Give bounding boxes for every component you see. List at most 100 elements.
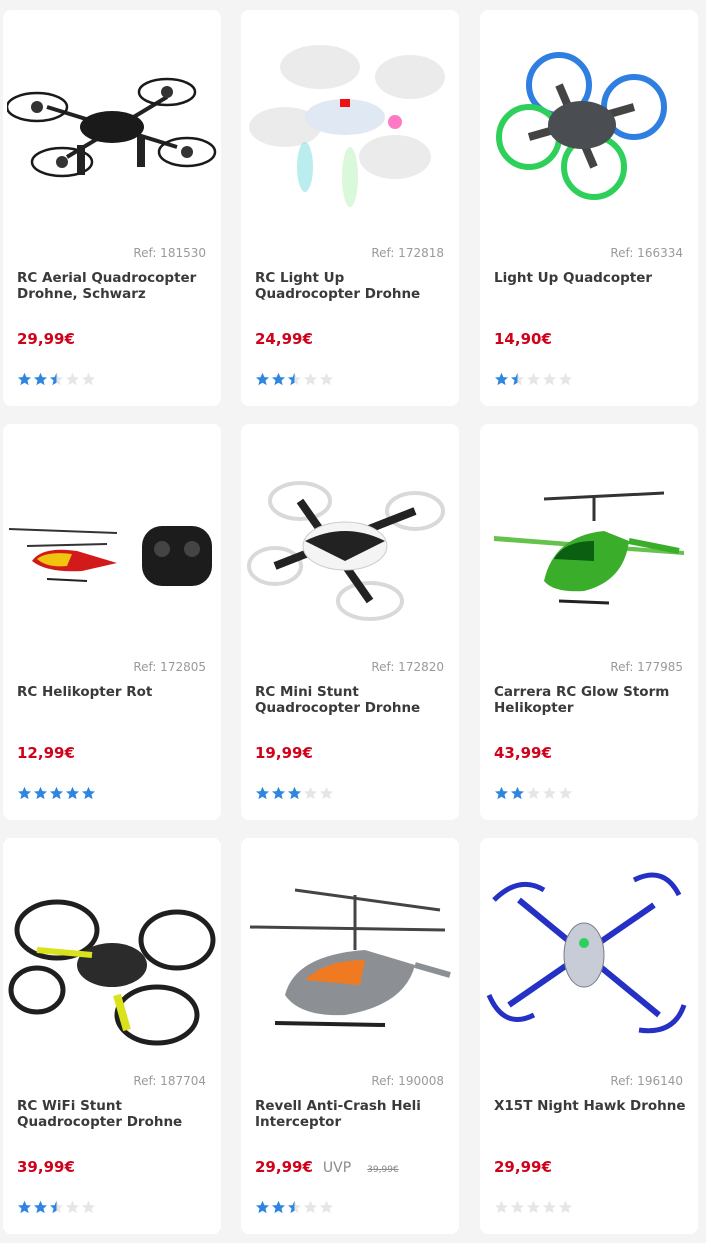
product-card[interactable]: Ref: 177985 Carrera RC Glow Storm Heliko… [480,424,698,820]
star-icon [272,1200,285,1214]
blue-night-hawk-drone-icon [486,872,687,1034]
star-icon [18,786,31,800]
product-image[interactable] [480,844,698,1066]
product-image[interactable] [3,430,221,652]
product-title[interactable]: Revell Anti-Crash Heli Interceptor [255,1098,450,1130]
product-image[interactable] [480,430,698,652]
product-card[interactable]: Ref: 172820 RC Mini Stunt Quadrocopter D… [241,424,459,820]
star-icon [320,786,333,800]
product-card[interactable]: Ref: 190008 Revell Anti-Crash Heli Inter… [241,838,459,1234]
white-black-mini-drone-icon [247,481,445,621]
product-image[interactable] [3,844,221,1066]
product-ref: Ref: 187704 [133,1074,206,1088]
star-icon [256,1200,269,1214]
star-icon [320,1200,333,1214]
star-icon [527,786,540,800]
product-image[interactable] [241,16,459,238]
star-icon [82,786,95,800]
price-line: 12,99€ [17,744,75,762]
product-card[interactable]: Ref: 166334 Light Up Quadcopter 14,90€ [480,10,698,406]
star-icon [495,372,508,386]
star-icon [50,786,63,800]
star-icon [288,372,301,386]
star-icon [559,786,572,800]
product-title[interactable]: RC Light Up Quadrocopter Drohne [255,270,450,302]
product-ref: Ref: 166334 [610,246,683,260]
product-title[interactable]: Light Up Quadcopter [494,270,689,286]
old-price: 39,99€ [367,1165,399,1175]
star-icon [527,1200,540,1214]
grey-orange-helicopter-icon [249,888,451,1027]
product-ref: Ref: 172818 [371,246,444,260]
star-icon [66,786,79,800]
star-icon [559,372,572,386]
product-ref: Ref: 181530 [133,246,206,260]
uvp-label: UVP [322,1160,352,1176]
green-helicopter-icon [494,491,684,605]
product-price: 29,99€ [494,1158,552,1176]
star-icon [66,372,79,386]
product-card[interactable]: Ref: 181530 RC Aerial Quadrocopter Drohn… [3,10,221,406]
star-icon [256,372,269,386]
price-line: 29,99€ UVP 39,99€ [255,1158,399,1176]
product-price: 14,90€ [494,330,552,348]
price-line: 19,99€ [255,744,313,762]
product-price: 12,99€ [17,744,75,762]
rating-stars [494,786,573,800]
star-icon [304,1200,317,1214]
product-price: 39,99€ [17,1158,75,1176]
black-yellow-stunt-drone-icon [8,899,216,1046]
star-icon [288,786,301,800]
star-icon [559,1200,572,1214]
product-price: 24,99€ [255,330,313,348]
star-icon [495,786,508,800]
product-card[interactable]: Ref: 187704 RC WiFi Stunt Quadrocopter D… [3,838,221,1234]
rating-stars [17,372,96,386]
star-icon [288,1200,301,1214]
star-icon [543,1200,556,1214]
product-title[interactable]: RC Aerial Quadrocopter Drohne, Schwarz [17,270,212,302]
product-image[interactable] [3,16,221,238]
product-price: 19,99€ [255,744,313,762]
star-icon [18,1200,31,1214]
product-card[interactable]: Ref: 172818 RC Light Up Quadrocopter Dro… [241,10,459,406]
star-icon [18,372,31,386]
green-blue-ring-quadcopter-icon [496,52,667,200]
black-quadcopter-drone-icon [7,77,217,178]
product-ref: Ref: 196140 [610,1074,683,1088]
star-icon [511,1200,524,1214]
rating-stars [255,786,334,800]
star-icon [50,1200,63,1214]
product-title[interactable]: RC Helikopter Rot [17,684,212,700]
red-helicopter-with-remote-icon [8,526,212,586]
star-icon [320,372,333,386]
rating-stars [17,1200,96,1214]
product-card[interactable]: Ref: 172805 RC Helikopter Rot 12,99€ [3,424,221,820]
price-line: 43,99€ [494,744,552,762]
product-image[interactable] [480,16,698,238]
product-image[interactable] [241,844,459,1066]
product-price: 29,99€ [255,1158,313,1176]
product-ref: Ref: 177985 [610,660,683,674]
star-icon [34,786,47,800]
price-line: 29,99€ [17,330,75,348]
rating-stars [494,1200,573,1214]
product-card[interactable]: Ref: 196140 X15T Night Hawk Drohne 29,99… [480,838,698,1234]
product-price: 43,99€ [494,744,552,762]
star-icon [66,1200,79,1214]
price-line: 14,90€ [494,330,552,348]
product-title[interactable]: RC WiFi Stunt Quadrocopter Drohne [17,1098,212,1130]
product-grid: Ref: 181530 RC Aerial Quadrocopter Drohn… [0,0,706,1243]
star-icon [34,372,47,386]
product-image[interactable] [241,430,459,652]
star-icon [543,372,556,386]
white-light-up-quadcopter-icon [249,45,445,207]
price-line: 39,99€ [17,1158,75,1176]
product-title[interactable]: RC Mini Stunt Quadrocopter Drohne [255,684,450,716]
star-icon [50,372,63,386]
star-icon [272,786,285,800]
price-line: 24,99€ [255,330,313,348]
product-title[interactable]: X15T Night Hawk Drohne [494,1098,689,1114]
product-title[interactable]: Carrera RC Glow Storm Helikopter [494,684,689,716]
product-price: 29,99€ [17,330,75,348]
